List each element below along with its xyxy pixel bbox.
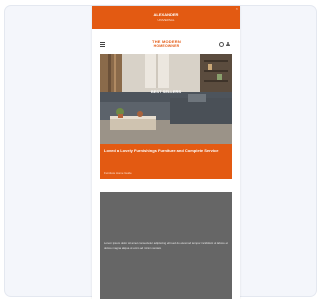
logo-line-2: HOMEOWNER xyxy=(153,44,180,48)
menu-icon[interactable] xyxy=(100,42,105,47)
promo-banner[interactable]: ALEXANDER UNIVERSAL × xyxy=(92,6,240,29)
user-icon[interactable] xyxy=(226,42,230,46)
article-headline[interactable]: Loved a Lovely Furnishings Furniture and… xyxy=(104,148,228,154)
ad-text: Lorem ipsum dolor sit amet consectetur a… xyxy=(104,241,228,250)
promo-line-1: ALEXANDER xyxy=(153,12,179,17)
living-room-illustration xyxy=(100,54,232,144)
featured-article-card[interactable]: Loved a Lovely Furnishings Furniture and… xyxy=(100,144,232,179)
article-byline: Furniture Home Guide xyxy=(104,171,132,175)
hero-caption: BEST SELLERS xyxy=(150,89,182,94)
hero-image[interactable]: BEST SELLERS xyxy=(100,54,232,144)
promo-line-2: UNIVERSAL xyxy=(157,18,175,22)
search-icon[interactable] xyxy=(219,42,224,47)
mobile-page-preview[interactable]: ALEXANDER UNIVERSAL × THE MODERN HOMEOWN… xyxy=(92,6,240,299)
advertisement-block[interactable]: Lorem ipsum dolor sit amet consectetur a… xyxy=(100,192,232,299)
close-icon[interactable]: × xyxy=(236,7,238,11)
site-header: THE MODERN HOMEOWNER xyxy=(92,36,240,53)
site-logo[interactable]: THE MODERN HOMEOWNER xyxy=(144,39,189,48)
